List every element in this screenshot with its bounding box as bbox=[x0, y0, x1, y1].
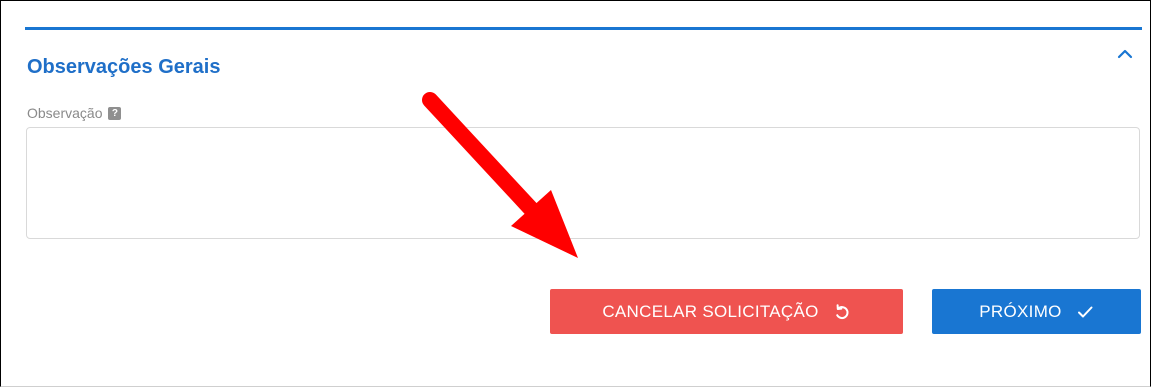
chevron-up-icon[interactable] bbox=[1115, 44, 1135, 64]
observation-label: Observação ? bbox=[27, 105, 122, 121]
section-title: Observações Gerais bbox=[27, 56, 221, 78]
observations-panel: Observações Gerais Observação ? CANCELAR… bbox=[0, 0, 1151, 387]
observation-textarea[interactable] bbox=[26, 127, 1140, 239]
next-label: PRÓXIMO bbox=[979, 301, 1062, 321]
check-icon bbox=[1077, 306, 1093, 317]
cancel-request-label: CANCELAR SOLICITAÇÃO bbox=[602, 301, 819, 321]
undo-icon bbox=[835, 303, 849, 319]
cancel-request-button[interactable]: CANCELAR SOLICITAÇÃO bbox=[550, 289, 903, 334]
observation-label-text: Observação bbox=[27, 105, 103, 121]
next-button[interactable]: PRÓXIMO bbox=[932, 289, 1141, 334]
help-icon[interactable]: ? bbox=[108, 106, 122, 120]
panel-top-border bbox=[25, 27, 1142, 30]
